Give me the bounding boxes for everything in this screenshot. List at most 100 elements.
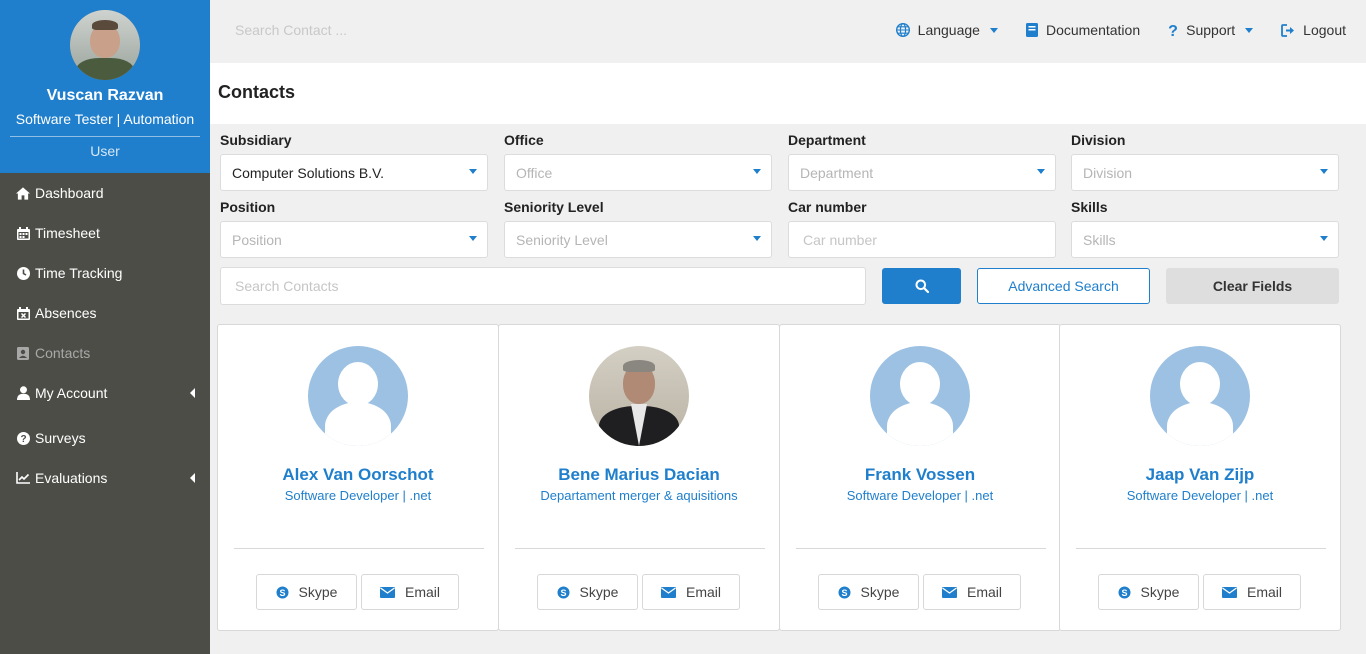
calendar-icon <box>16 226 30 240</box>
user-icon <box>16 386 30 400</box>
email-button[interactable]: Email <box>642 574 740 610</box>
division-select[interactable]: Division <box>1071 154 1339 191</box>
search-contacts-input[interactable] <box>220 267 866 305</box>
question-icon: ? <box>1168 23 1178 38</box>
office-placeholder: Office <box>516 164 553 181</box>
search-button[interactable] <box>882 268 961 304</box>
sidebar-item-label: Contacts <box>35 345 91 361</box>
documentation-link[interactable]: Documentation <box>1025 22 1141 38</box>
contact-card-icon <box>16 346 30 360</box>
envelope-icon <box>1221 586 1237 598</box>
division-label: Division <box>1071 132 1126 148</box>
contact-name[interactable]: Frank Vossen <box>780 465 1060 485</box>
sidebar-item-time-tracking[interactable]: Time Tracking <box>0 253 210 293</box>
contact-card[interactable]: Frank Vossen Software Developer | .net S… <box>779 324 1061 631</box>
caret-down-icon <box>753 169 761 174</box>
user-profile: Vuscan Razvan Software Tester | Automati… <box>0 0 210 173</box>
search-contact-input[interactable] <box>235 22 535 38</box>
email-button[interactable]: Email <box>923 574 1021 610</box>
svg-text:?: ? <box>1168 23 1178 38</box>
position-label: Position <box>220 199 276 215</box>
sidebar-nav: Dashboard Timesheet Time Tracking Absenc… <box>0 173 210 498</box>
support-dropdown[interactable]: ? Support <box>1168 22 1254 38</box>
contact-title: Software Developer | .net <box>846 488 994 503</box>
contact-name[interactable]: Alex Van Oorschot <box>218 465 498 485</box>
skype-button[interactable]: S Skype <box>537 574 638 610</box>
sidebar-item-absences[interactable]: Absences <box>0 293 210 333</box>
subsidiary-field: Subsidiary Computer Solutions B.V. <box>220 124 488 191</box>
seniority-select[interactable]: Seniority Level <box>504 221 772 258</box>
divider <box>234 548 484 549</box>
division-field: Division Division <box>1071 124 1339 191</box>
contact-name[interactable]: Jaap Van Zijp <box>1060 465 1340 485</box>
sidebar-item-label: Dashboard <box>35 185 104 201</box>
office-select[interactable]: Office <box>504 154 772 191</box>
divider <box>10 136 200 137</box>
clear-fields-button[interactable]: Clear Fields <box>1166 268 1339 304</box>
sidebar-item-label: Surveys <box>35 430 86 446</box>
sidebar-item-contacts[interactable]: Contacts <box>0 333 210 373</box>
topbar: Language Documentation ? Support Logout <box>210 0 1366 63</box>
envelope-icon <box>379 586 395 598</box>
car-number-field: Car number <box>788 191 1056 258</box>
car-number-input[interactable] <box>788 221 1056 258</box>
top-menu: Language Documentation ? Support Logout <box>868 22 1346 38</box>
email-button[interactable]: Email <box>1203 574 1301 610</box>
position-select[interactable]: Position <box>220 221 488 258</box>
sidebar-item-evaluations[interactable]: Evaluations <box>0 458 210 498</box>
clock-icon <box>16 266 30 280</box>
avatar-placeholder <box>1150 346 1250 446</box>
caret-down-icon <box>753 236 761 241</box>
sidebar-item-dashboard[interactable]: Dashboard <box>0 173 210 213</box>
skype-button[interactable]: S Skype <box>1098 574 1199 610</box>
sign-out-icon <box>1281 23 1295 37</box>
caret-down-icon <box>989 27 998 33</box>
contact-title: Software Developer | .net <box>1126 488 1274 503</box>
caret-down-icon <box>1320 236 1328 241</box>
email-button[interactable]: Email <box>361 574 459 610</box>
office-label: Office <box>504 132 544 148</box>
logout-link[interactable]: Logout <box>1281 22 1346 38</box>
sidebar-item-surveys[interactable]: ? Surveys <box>0 418 210 458</box>
contact-card[interactable]: Bene Marius Dacian Departament merger & … <box>498 324 780 631</box>
sidebar-item-my-account[interactable]: My Account <box>0 373 210 413</box>
contact-name[interactable]: Bene Marius Dacian <box>499 465 779 485</box>
department-placeholder: Department <box>800 164 874 181</box>
advanced-search-button[interactable]: Advanced Search <box>977 268 1150 304</box>
search-icon <box>915 279 929 293</box>
sidebar-item-timesheet[interactable]: Timesheet <box>0 213 210 253</box>
globe-icon <box>895 23 910 37</box>
language-dropdown[interactable]: Language <box>895 22 998 38</box>
caret-down-icon <box>1320 169 1328 174</box>
avatar-placeholder <box>308 346 408 446</box>
skills-label: Skills <box>1071 199 1108 215</box>
office-field: Office Office <box>504 124 772 191</box>
question-circle-icon: ? <box>16 431 30 445</box>
contact-card[interactable]: Jaap Van Zijp Software Developer | .net … <box>1059 324 1341 631</box>
divider <box>1076 548 1326 549</box>
subsidiary-select[interactable]: Computer Solutions B.V. <box>220 154 488 191</box>
department-select[interactable]: Department <box>788 154 1056 191</box>
documentation-label: Documentation <box>1045 22 1141 38</box>
department-field: Department Department <box>788 124 1056 191</box>
user-type: User <box>90 143 120 159</box>
avatar[interactable] <box>70 10 140 80</box>
car-number-label: Car number <box>788 199 867 215</box>
contact-title: Departament merger & aquisitions <box>540 488 738 503</box>
skills-field: Skills Skills <box>1071 191 1339 258</box>
skype-button[interactable]: S Skype <box>256 574 357 610</box>
skype-icon: S <box>557 586 570 598</box>
chevron-left-icon <box>190 473 195 483</box>
sidebar-item-label: My Account <box>35 385 108 401</box>
sidebar-item-label: Time Tracking <box>35 265 123 281</box>
skype-icon: S <box>276 586 289 598</box>
divider <box>515 548 765 549</box>
skype-button[interactable]: S Skype <box>818 574 919 610</box>
subsidiary-label: Subsidiary <box>220 132 292 148</box>
skills-select[interactable]: Skills <box>1071 221 1339 258</box>
subsidiary-value: Computer Solutions B.V. <box>232 164 385 181</box>
email-label: Email <box>1246 584 1282 600</box>
contact-card[interactable]: Alex Van Oorschot Software Developer | .… <box>217 324 499 631</box>
email-label: Email <box>966 584 1002 600</box>
position-field: Position Position <box>220 191 488 258</box>
